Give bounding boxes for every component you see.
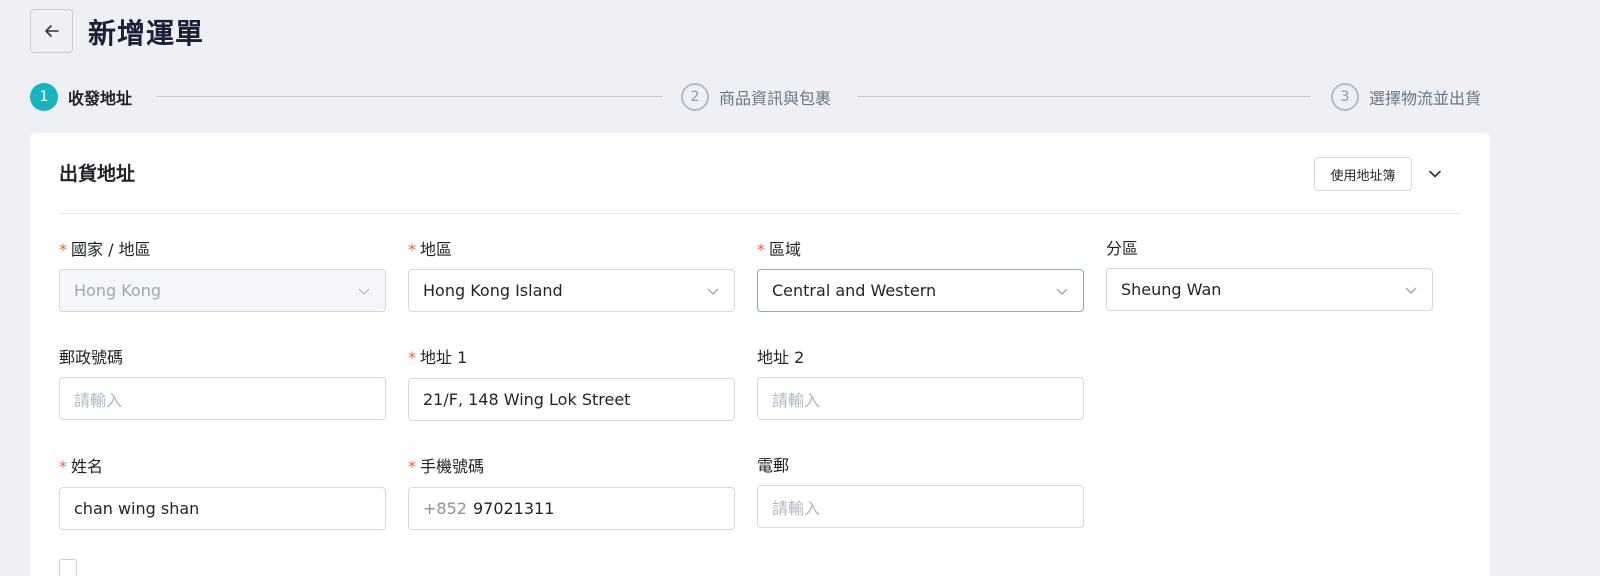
region-label: * 地區 bbox=[408, 236, 452, 260]
chevron-down-icon bbox=[1405, 287, 1417, 294]
step-1-label: 收發地址 bbox=[68, 89, 133, 108]
collapse-button[interactable] bbox=[1424, 163, 1446, 185]
back-button[interactable] bbox=[30, 9, 73, 53]
country-value: Hong Kong bbox=[74, 281, 161, 300]
name-input[interactable]: chan wing shan bbox=[59, 487, 386, 530]
address2-label: 地址 2 bbox=[757, 348, 805, 367]
step-connector-2 bbox=[858, 96, 1310, 97]
address1-label: * 地址 1 bbox=[408, 344, 467, 368]
region-value: Hong Kong Island bbox=[423, 281, 563, 300]
chevron-down-icon bbox=[1056, 288, 1068, 295]
district-value: Central and Western bbox=[772, 281, 937, 300]
phone-value: 97021311 bbox=[472, 499, 555, 518]
address1-label-text: 地址 1 bbox=[420, 348, 468, 367]
address1-input[interactable]: 21/F, 148 Wing Lok Street bbox=[408, 378, 735, 421]
step-2-label: 商品資訊與包裹 bbox=[719, 89, 832, 108]
district-label: * 區域 bbox=[757, 236, 801, 260]
step-1-number: 1 bbox=[30, 83, 58, 111]
chevron-down-icon bbox=[1429, 170, 1441, 178]
step-3-number: 3 bbox=[1331, 83, 1359, 111]
name-label: * 姓名 bbox=[59, 453, 103, 477]
phone-label: * 手機號碼 bbox=[408, 453, 484, 477]
step-1[interactable]: 1 收發地址 bbox=[30, 82, 132, 112]
required-mark: * bbox=[59, 457, 67, 476]
section-title: 出貨地址 bbox=[59, 163, 136, 185]
address2-placeholder: 請輸入 bbox=[772, 390, 821, 410]
use-address-book-button[interactable]: 使用地址簿 bbox=[1314, 157, 1412, 191]
phone-label-text: 手機號碼 bbox=[420, 457, 485, 476]
region-label-text: 地區 bbox=[420, 240, 453, 259]
step-connector-1 bbox=[156, 96, 662, 97]
district-label-text: 區域 bbox=[769, 240, 802, 259]
required-mark: * bbox=[408, 240, 416, 259]
country-label-text: 國家 / 地區 bbox=[71, 240, 151, 259]
section-divider bbox=[59, 213, 1461, 214]
phone-input[interactable]: +852 97021311 bbox=[408, 487, 735, 530]
required-mark: * bbox=[757, 240, 765, 259]
email-placeholder: 請輸入 bbox=[772, 498, 821, 518]
step-3[interactable]: 3 選擇物流並出貨 bbox=[1331, 82, 1481, 112]
arrow-left-icon bbox=[44, 25, 59, 37]
option-checkbox[interactable] bbox=[59, 559, 77, 576]
district-select[interactable]: Central and Western bbox=[757, 269, 1084, 312]
step-3-label: 選擇物流並出貨 bbox=[1369, 89, 1482, 108]
country-select[interactable]: Hong Kong bbox=[59, 269, 386, 312]
postal-code-input[interactable]: 請輸入 bbox=[59, 377, 386, 420]
step-2[interactable]: 2 商品資訊與包裹 bbox=[681, 82, 831, 112]
required-mark: * bbox=[408, 348, 416, 367]
name-value: chan wing shan bbox=[74, 499, 200, 518]
postal-code-placeholder: 請輸入 bbox=[74, 390, 123, 410]
chevron-down-icon bbox=[707, 288, 719, 295]
subdistrict-label: 分區 bbox=[1106, 239, 1139, 258]
required-mark: * bbox=[408, 457, 416, 476]
subdistrict-value: Sheung Wan bbox=[1121, 280, 1222, 299]
subdistrict-select[interactable]: Sheung Wan bbox=[1106, 268, 1433, 311]
page-title: 新增運單 bbox=[88, 17, 205, 50]
address1-value: 21/F, 148 Wing Lok Street bbox=[423, 390, 631, 409]
region-select[interactable]: Hong Kong Island bbox=[408, 269, 735, 312]
address2-input[interactable]: 請輸入 bbox=[757, 377, 1084, 420]
email-input[interactable]: 請輸入 bbox=[757, 485, 1084, 528]
step-2-number: 2 bbox=[681, 83, 709, 111]
phone-prefix: +852 bbox=[423, 499, 467, 518]
email-label: 電郵 bbox=[757, 456, 790, 475]
country-label: * 國家 / 地區 bbox=[59, 236, 151, 260]
chevron-down-icon bbox=[358, 288, 370, 295]
name-label-text: 姓名 bbox=[71, 457, 104, 476]
required-mark: * bbox=[59, 240, 67, 259]
postal-code-label: 郵政號碼 bbox=[59, 348, 124, 367]
shipping-address-card: 出貨地址 使用地址簿 * 國家 / 地區 Hong Kong * 地區 Hong K… bbox=[30, 133, 1490, 576]
